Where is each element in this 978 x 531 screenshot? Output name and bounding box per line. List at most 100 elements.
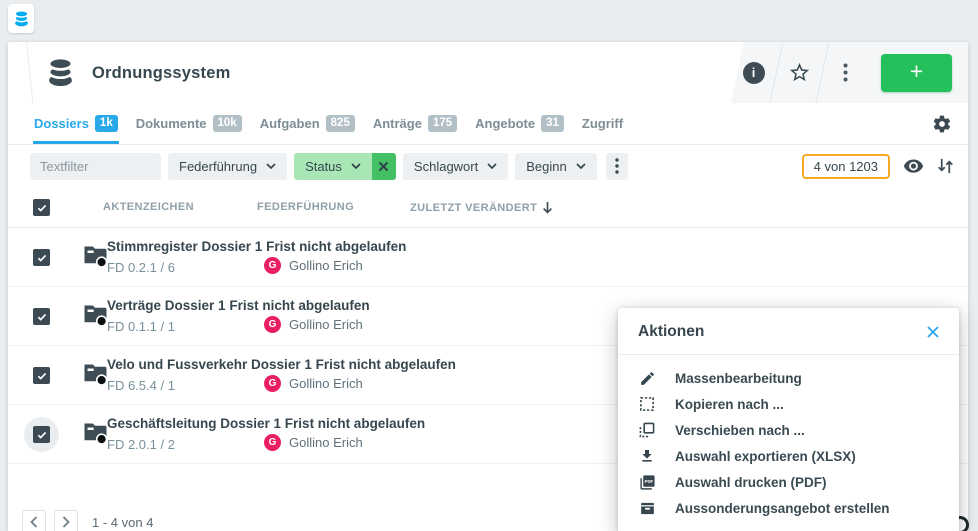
menu-item-massenbearbeitung[interactable]: Massenbearbeitung [618,365,959,391]
filter-status-group: Status [294,153,396,180]
tab-aufgaben[interactable]: Aufgaben 825 [259,103,356,144]
check-icon [36,311,48,323]
chevron-down-icon [351,163,361,169]
filter-status-clear-button[interactable] [372,153,396,180]
visibility-button[interactable] [903,159,924,174]
text-filter-input[interactable] [30,153,161,180]
previous-page-button[interactable] [22,510,46,531]
tab-label: Zugriff [582,116,623,131]
archive-icon [638,500,656,517]
dossier-title: Stimmregister Dossier 1 Frist nicht abge… [107,239,406,254]
tab-count-badge: 175 [428,115,457,132]
app-bar [0,0,978,36]
info-icon: i [743,62,765,84]
filter-status[interactable]: Status [294,153,372,180]
settings-button[interactable] [932,114,952,134]
filter-federfuehrung[interactable]: Federführung [168,153,287,180]
header-more-button[interactable] [823,42,868,103]
app-logo[interactable] [8,4,34,33]
select-all-checkbox[interactable] [33,199,50,216]
row-checkbox[interactable] [33,308,50,325]
check-icon [36,370,48,382]
column-header-federfuehrung[interactable]: FEDERFÜHRUNG [257,201,354,213]
owner-name: Gollino Erich [289,258,363,273]
dossier-reference: FD 6.5.4 / 1 [107,378,175,393]
owner-name: Gollino Erich [289,376,363,391]
actions-menu-title: Aktionen [638,323,704,341]
menu-item-aussonderungsangebot[interactable]: Aussonderungsangebot erstellen [618,495,959,521]
column-header-zuletzt-veraendert[interactable]: ZULETZT VERÄNDERT [410,201,553,214]
menu-item-auswahl-exportieren[interactable]: Auswahl exportieren (XLSX) [618,443,959,469]
menu-item-label: Massenbearbeitung [675,371,802,386]
row-checkbox[interactable] [33,367,50,384]
check-icon [36,252,48,264]
avatar: G [264,316,281,333]
row-checkbox[interactable] [33,249,50,266]
column-header-aktenzeichen[interactable]: AKTENZEICHEN [103,201,194,213]
pagination: 1 - 4 von 4 [22,510,153,531]
menu-item-label: Kopieren nach ... [675,397,784,412]
actions-menu-list: Massenbearbeitung Kopieren nach ... Vers… [618,355,959,531]
tab-angebote[interactable]: Angebote 31 [474,103,565,144]
tabs-row: Dossiers 1k Dokumente 10k Aufgaben 825 A… [8,103,968,145]
pagination-range: 1 - 4 von 4 [92,515,153,530]
actions-menu-header: Aktionen [618,308,959,355]
close-icon [926,325,940,339]
header-actions: i + [731,42,968,103]
owner-name: Gollino Erich [289,435,363,450]
menu-item-kopieren-nach[interactable]: Kopieren nach ... [618,391,959,417]
favorite-button[interactable] [777,42,822,103]
dossier-reference: FD 0.2.1 / 6 [107,260,175,275]
decor-slant [26,42,33,103]
tab-zugriff[interactable]: Zugriff [581,103,624,144]
tab-label: Anträge [373,116,422,131]
sort-arrows-icon [937,157,954,175]
table-row[interactable]: Stimmregister Dossier 1 Frist nicht abge… [8,228,968,287]
tab-count-badge: 31 [541,115,564,132]
download-icon [638,448,656,464]
tab-label: Aufgaben [260,116,320,131]
pdf-icon: PDF [638,474,656,491]
owner-name: Gollino Erich [289,317,363,332]
info-button[interactable]: i [731,42,776,103]
actions-menu: Aktionen Massenbearbeitung Kopieren nach… [618,308,959,531]
plus-icon: + [910,58,923,85]
tab-label: Angebote [475,116,535,131]
close-button[interactable] [924,323,942,341]
tab-count-badge: 1k [95,115,118,132]
filter-label: Status [305,159,342,174]
menu-item-auswahl-drucken[interactable]: PDF Auswahl drucken (PDF) [618,469,959,495]
dossier-owner: G Gollino Erich [264,375,363,392]
tab-dossiers[interactable]: Dossiers 1k [33,103,119,144]
row-checkbox[interactable] [33,426,50,443]
chevron-down-icon [576,163,586,169]
dossier-reference: FD 2.0.1 / 2 [107,437,175,452]
filter-schlagwort[interactable]: Schlagwort [403,153,508,180]
dossier-title: Velo und Fussverkehr Dossier 1 Frist nic… [107,357,456,372]
sort-button[interactable] [937,157,954,175]
filter-bar: Federführung Status Schlagwort [8,145,968,187]
chevron-right-icon [62,516,70,528]
more-filters-button[interactable] [606,153,628,180]
tab-label: Dokumente [136,116,207,131]
dossier-owner: G Gollino Erich [264,434,363,451]
menu-item-label: Auswahl drucken (PDF) [675,475,827,490]
filter-beginn[interactable]: Beginn [515,153,596,180]
chevron-left-icon [30,516,38,528]
dossier-reference: FD 0.1.1 / 1 [107,319,175,334]
dossier-folder-icon [83,304,108,332]
page-title: Ordnungssystem [92,64,231,83]
database-icon [14,9,29,28]
tab-count-badge: 10k [213,115,242,132]
menu-item-label: Aussonderungsangebot erstellen [675,501,890,516]
menu-item-label: Verschieben nach ... [675,423,805,438]
tab-dokumente[interactable]: Dokumente 10k [135,103,243,144]
star-icon [788,61,811,84]
filter-right-group: 4 von 1203 [802,154,954,179]
menu-item-verschieben-nach[interactable]: Verschieben nach ... [618,417,959,443]
dossier-folder-icon [83,422,108,450]
next-page-button[interactable] [54,510,78,531]
column-label: ZULETZT VERÄNDERT [410,202,537,214]
add-button[interactable]: + [881,54,952,92]
tab-antraege[interactable]: Anträge 175 [372,103,458,144]
